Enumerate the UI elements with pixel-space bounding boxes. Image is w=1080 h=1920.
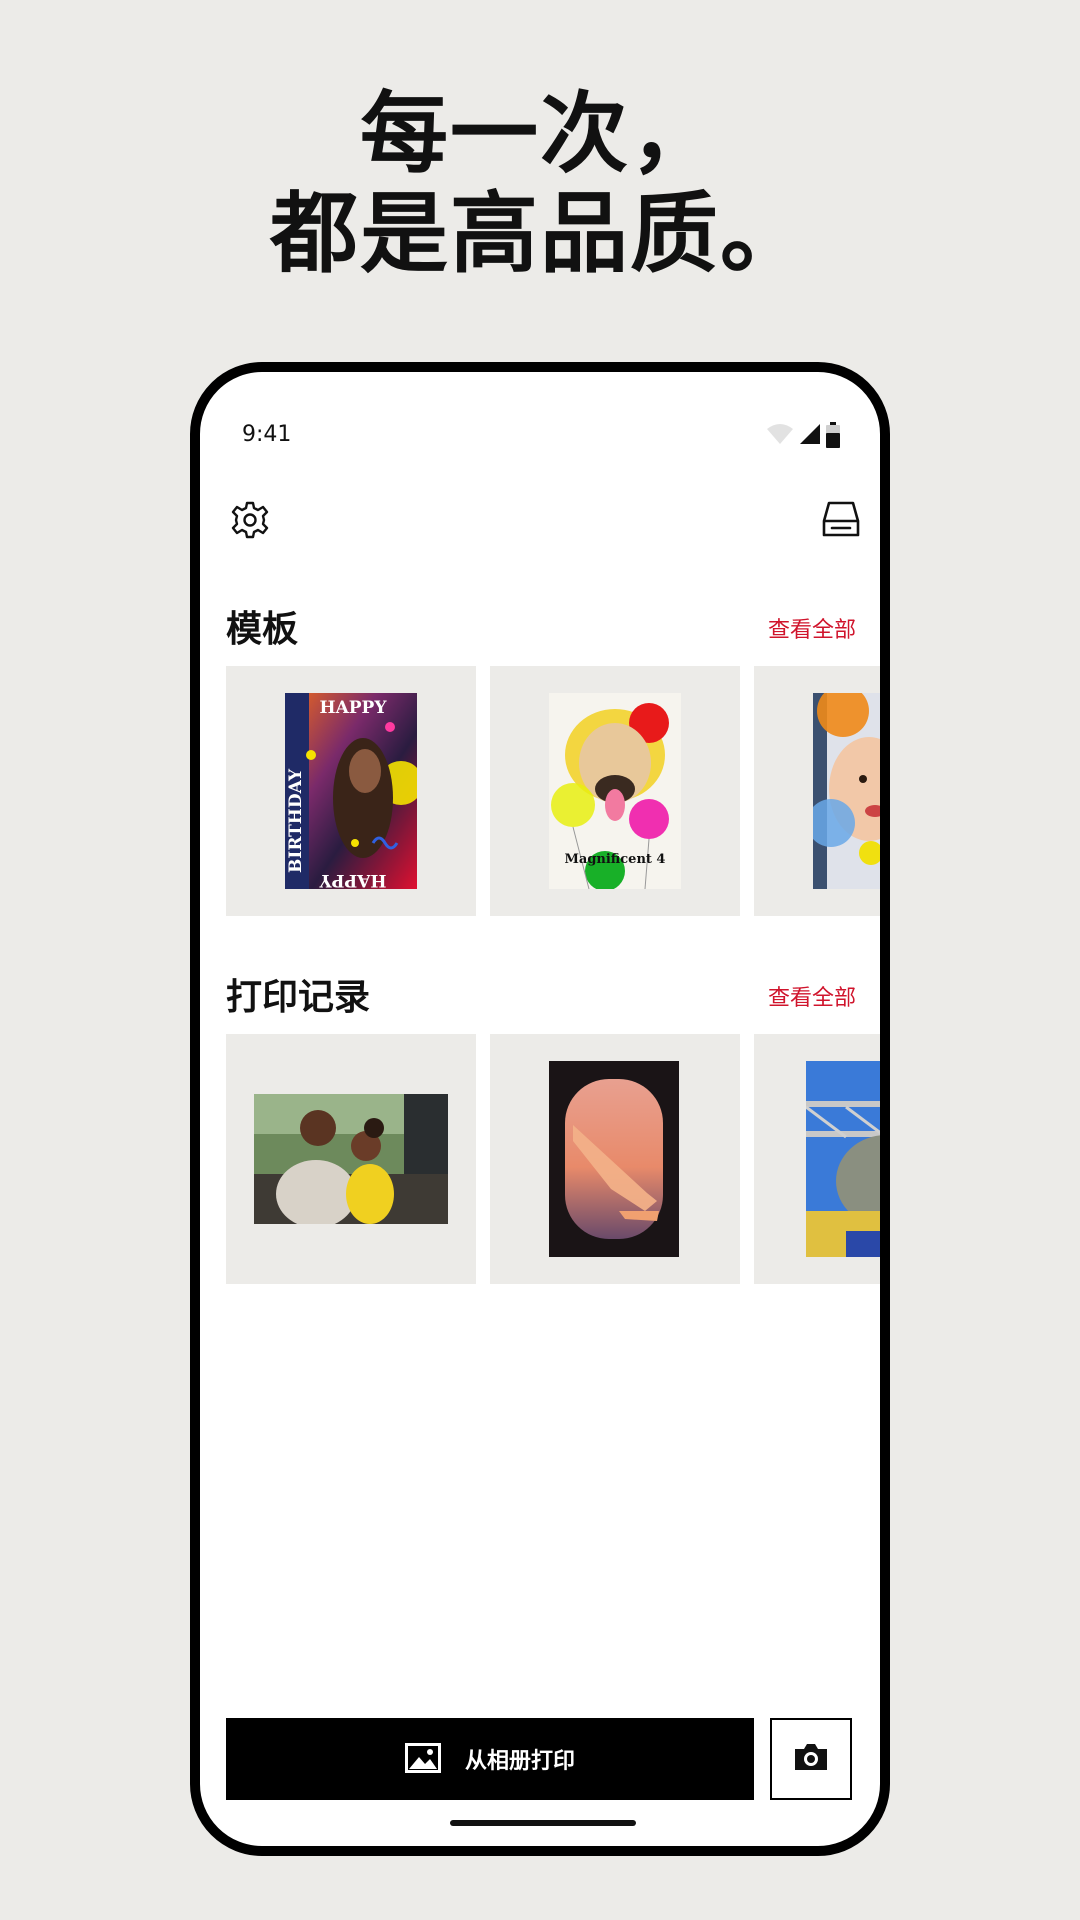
wifi-icon <box>766 422 794 450</box>
templates-view-all-link[interactable]: 查看全部 <box>768 612 856 644</box>
status-time: 9:41 <box>242 422 292 447</box>
camera-icon <box>793 1742 829 1776</box>
template-card-birthday[interactable]: HAPPY BIRTHDAY HAPPY <box>226 666 476 916</box>
print-from-album-label: 从相册打印 <box>464 1749 575 1774</box>
template-card-dog[interactable]: Magnificent 4 <box>490 666 740 916</box>
birthday-template-text-side: BIRTHDAY <box>286 768 306 873</box>
image-icon <box>404 1742 441 1776</box>
template-card-baby[interactable] <box>754 666 880 916</box>
dog-template-caption: Magnificent 4 <box>565 852 666 867</box>
print-history-view-all-link[interactable]: 查看全部 <box>768 980 856 1012</box>
headline-line-1: 每一次， <box>359 82 720 185</box>
print-history-row[interactable] <box>226 1034 880 1284</box>
settings-button[interactable] <box>226 498 274 546</box>
dog-template-thumbnail: Magnificent 4 <box>549 693 681 889</box>
family-photo-thumbnail <box>254 1094 448 1224</box>
print-history-title: 打印记录 <box>226 977 371 1018</box>
airplane-window-thumbnail <box>549 1061 679 1257</box>
camera-button[interactable] <box>770 1718 852 1800</box>
birthday-template-text-bottom: HAPPY <box>319 870 387 889</box>
birthday-template-thumbnail: HAPPY BIRTHDAY HAPPY <box>285 693 417 889</box>
print-history-item-airplane[interactable] <box>490 1034 740 1284</box>
signal-icon <box>798 422 822 450</box>
outdoor-photo-thumbnail <box>806 1061 880 1257</box>
battery-icon <box>826 422 840 452</box>
gear-icon <box>230 500 270 544</box>
phone-frame: 9:41 模板 查看全部 HAPPY BIRTHDAY HAPPY Magnif… <box>190 362 890 1856</box>
status-icons <box>766 422 856 452</box>
headline-line-2: 都是高品质。 <box>269 182 810 285</box>
baby-template-thumbnail <box>813 693 880 889</box>
print-from-album-button[interactable]: 从相册打印 <box>226 1718 754 1800</box>
home-indicator[interactable] <box>450 1820 636 1826</box>
printer-icon <box>821 499 861 543</box>
print-history-item-outdoor[interactable] <box>754 1034 880 1284</box>
templates-title: 模板 <box>226 609 299 650</box>
headline: 每一次， 都是高品质。 <box>0 84 1080 284</box>
templates-row[interactable]: HAPPY BIRTHDAY HAPPY Magnificent 4 <box>226 666 880 916</box>
print-history-item-family[interactable] <box>226 1034 476 1284</box>
printer-button[interactable] <box>816 496 866 546</box>
birthday-template-text-top: HAPPY <box>320 698 388 718</box>
